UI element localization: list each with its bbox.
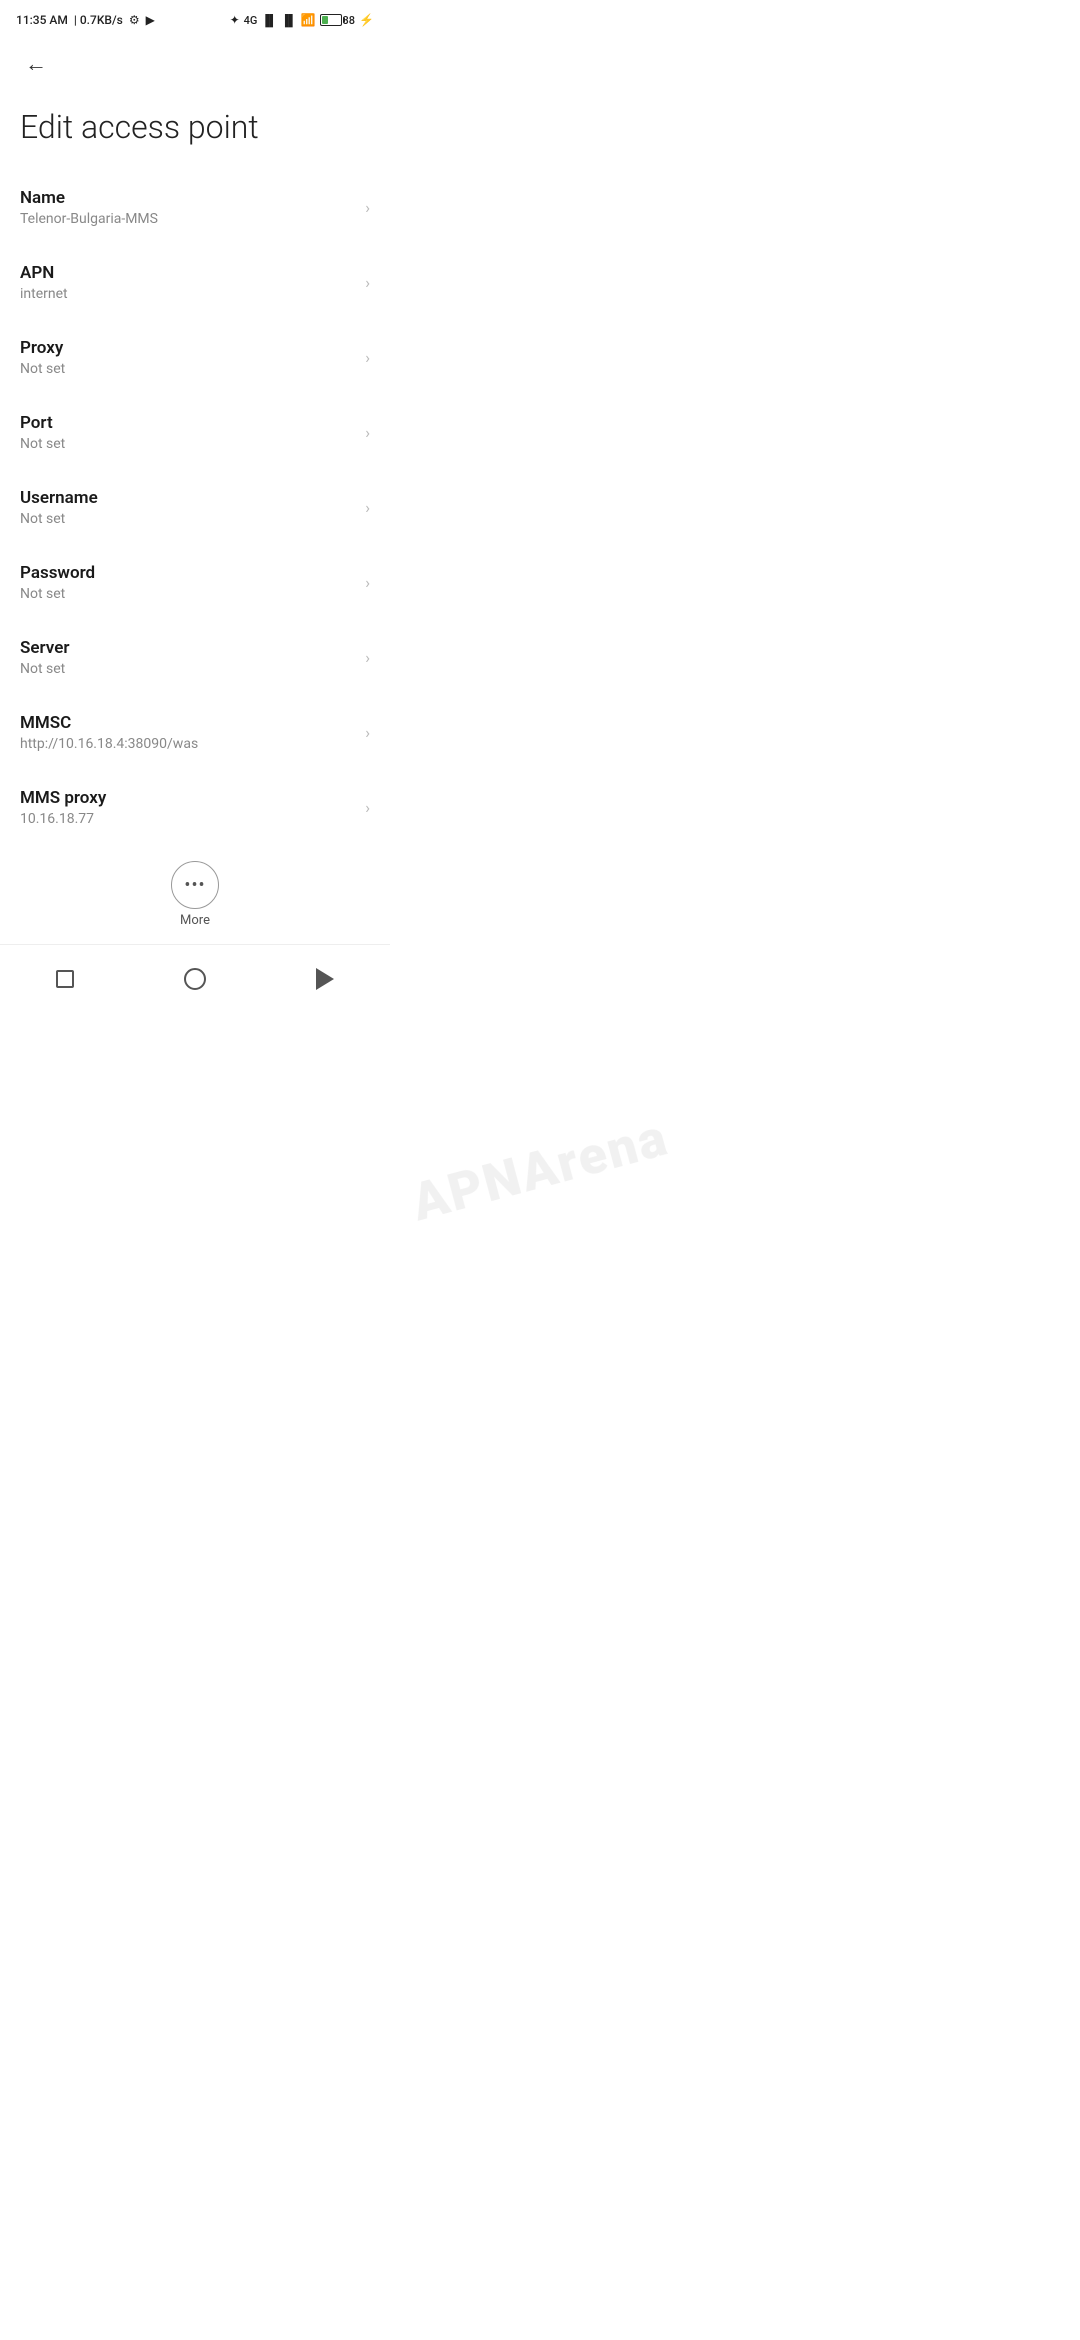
settings-item-content-username: Username Not set <box>20 488 357 527</box>
settings-item-content-apn: APN internet <box>20 263 357 302</box>
settings-item-port[interactable]: Port Not set › <box>0 395 390 470</box>
watermark: APNArena <box>405 1107 674 1234</box>
chevron-right-icon: › <box>365 573 370 592</box>
nav-bar <box>0 944 390 1013</box>
wifi-icon: 📶 <box>301 13 316 27</box>
chevron-right-icon: › <box>365 723 370 742</box>
settings-item-content-server: Server Not set <box>20 638 357 677</box>
settings-item-content-mms-proxy: MMS proxy 10.16.18.77 <box>20 788 357 827</box>
settings-item-content-mmsc: MMSC http://10.16.18.4:38090/was <box>20 713 357 752</box>
settings-value-server: Not set <box>20 661 357 677</box>
chevron-right-icon: › <box>365 273 370 292</box>
battery-indicator: 38 <box>320 14 356 27</box>
status-right: ✦ 4G ▐▌ ▐▌ 📶 38 ⚡ <box>230 13 374 27</box>
signal-bars-icon: ▐▌ <box>261 14 277 27</box>
nav-home-button[interactable] <box>173 957 217 1001</box>
video-icon: ▶ <box>146 13 155 27</box>
network-speed: | 0.7KB/s <box>74 13 123 27</box>
settings-title-mms-proxy: MMS proxy <box>20 788 357 808</box>
signal-bars2-icon: ▐▌ <box>281 14 297 27</box>
status-left: 11:35 AM | 0.7KB/s ⚙ ▶ <box>16 13 155 27</box>
more-button[interactable]: ••• <box>171 861 219 909</box>
settings-item-apn[interactable]: APN internet › <box>0 245 390 320</box>
settings-title-name: Name <box>20 188 357 208</box>
chevron-right-icon: › <box>365 348 370 367</box>
settings-icon: ⚙ <box>129 13 140 27</box>
chevron-right-icon: › <box>365 423 370 442</box>
more-label: More <box>180 913 210 928</box>
settings-item-username[interactable]: Username Not set › <box>0 470 390 545</box>
time: 11:35 AM <box>16 13 68 27</box>
settings-item-content-port: Port Not set <box>20 413 357 452</box>
signal-4g-icon: 4G <box>244 14 258 27</box>
settings-value-mms-proxy: 10.16.18.77 <box>20 811 357 827</box>
nav-recents-button[interactable] <box>43 957 87 1001</box>
settings-value-apn: internet <box>20 286 357 302</box>
settings-title-port: Port <box>20 413 357 433</box>
chevron-right-icon: › <box>365 198 370 217</box>
settings-title-proxy: Proxy <box>20 338 357 358</box>
settings-title-password: Password <box>20 563 357 583</box>
page-title: Edit access point <box>0 92 390 170</box>
settings-item-mms-proxy[interactable]: MMS proxy 10.16.18.77 › <box>0 770 390 845</box>
settings-title-mmsc: MMSC <box>20 713 357 733</box>
settings-value-port: Not set <box>20 436 357 452</box>
back-arrow-icon: ← <box>25 51 47 77</box>
settings-list: Name Telenor-Bulgaria-MMS › APN internet… <box>0 170 390 845</box>
home-icon <box>184 968 206 990</box>
back-icon <box>316 968 334 990</box>
settings-value-name: Telenor-Bulgaria-MMS <box>20 211 357 227</box>
more-dots-icon: ••• <box>184 875 205 896</box>
settings-title-server: Server <box>20 638 357 658</box>
status-bar: 11:35 AM | 0.7KB/s ⚙ ▶ ✦ 4G ▐▌ ▐▌ 📶 38 ⚡ <box>0 0 390 36</box>
settings-item-server[interactable]: Server Not set › <box>0 620 390 695</box>
chevron-right-icon: › <box>365 648 370 667</box>
settings-item-mmsc[interactable]: MMSC http://10.16.18.4:38090/was › <box>0 695 390 770</box>
settings-item-name[interactable]: Name Telenor-Bulgaria-MMS › <box>0 170 390 245</box>
settings-item-password[interactable]: Password Not set › <box>0 545 390 620</box>
chevron-right-icon: › <box>365 798 370 817</box>
back-button[interactable]: ← <box>16 44 56 84</box>
toolbar: ← <box>0 36 390 92</box>
more-section: ••• More <box>0 845 390 936</box>
charge-icon: ⚡ <box>359 13 374 27</box>
settings-title-apn: APN <box>20 263 357 283</box>
chevron-right-icon: › <box>365 498 370 517</box>
settings-item-content-proxy: Proxy Not set <box>20 338 357 377</box>
recents-icon <box>56 970 74 988</box>
nav-back-button[interactable] <box>303 957 347 1001</box>
settings-value-proxy: Not set <box>20 361 357 377</box>
settings-value-username: Not set <box>20 511 357 527</box>
bluetooth-icon: ✦ <box>230 13 240 27</box>
settings-value-mmsc: http://10.16.18.4:38090/was <box>20 736 357 752</box>
settings-title-username: Username <box>20 488 357 508</box>
settings-item-content-name: Name Telenor-Bulgaria-MMS <box>20 188 357 227</box>
settings-item-proxy[interactable]: Proxy Not set › <box>0 320 390 395</box>
settings-item-content-password: Password Not set <box>20 563 357 602</box>
settings-value-password: Not set <box>20 586 357 602</box>
